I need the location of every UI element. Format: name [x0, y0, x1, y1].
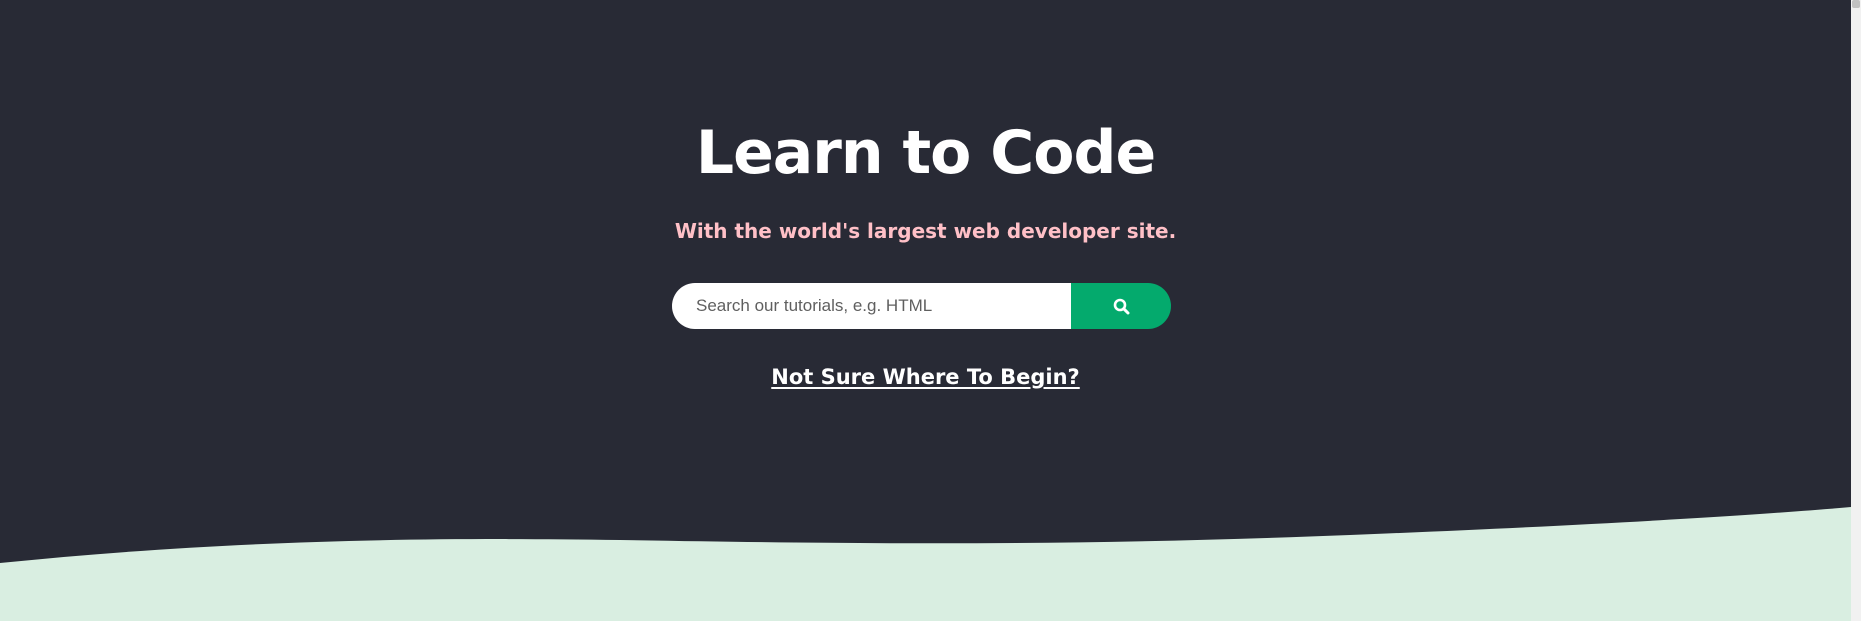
not-sure-where-to-begin-link[interactable]: Not Sure Where To Begin?: [771, 365, 1080, 389]
search-button[interactable]: [1071, 283, 1171, 329]
begin-link-container: Not Sure Where To Begin?: [0, 362, 1851, 392]
scrollbar-thumb[interactable]: [1852, 0, 1860, 8]
page-subtitle: With the world's largest web developer s…: [674, 219, 1177, 243]
page-title: Learn to Code: [695, 118, 1156, 188]
search-bar: [672, 283, 1171, 329]
search-icon: [1113, 298, 1129, 314]
page-scrollbar[interactable]: [1851, 0, 1861, 621]
hero-section: Learn to Code With the world's largest w…: [0, 0, 1851, 621]
search-input[interactable]: [672, 283, 1071, 329]
